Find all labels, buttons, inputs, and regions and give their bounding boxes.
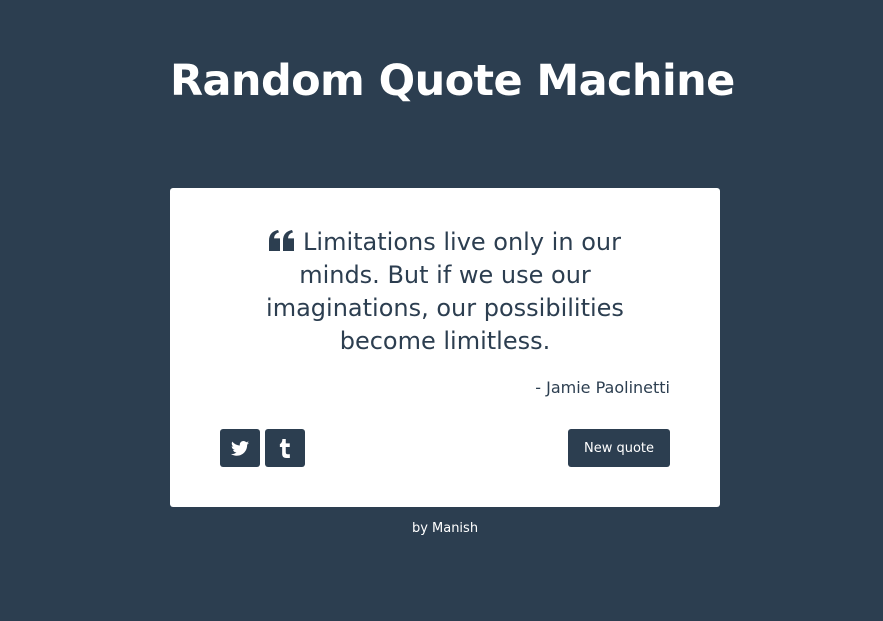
footer-credit: by Manish bbox=[411, 521, 479, 536]
tumblr-icon bbox=[279, 438, 291, 458]
quote-text: Limitations live only in our minds. But … bbox=[266, 228, 624, 355]
quote-text-block: Limitations live only in our minds. But … bbox=[250, 226, 640, 358]
twitter-icon bbox=[231, 440, 249, 456]
quote-left-icon bbox=[269, 230, 295, 252]
page-title: Random Quote Machine bbox=[170, 56, 735, 106]
tweet-quote-button[interactable] bbox=[220, 429, 260, 467]
new-quote-button[interactable]: New quote bbox=[568, 429, 670, 467]
quote-author: - Jamie Paolinetti bbox=[535, 378, 670, 397]
tumblr-post-button[interactable] bbox=[265, 429, 305, 467]
quote-card: Limitations live only in our minds. But … bbox=[170, 188, 720, 507]
